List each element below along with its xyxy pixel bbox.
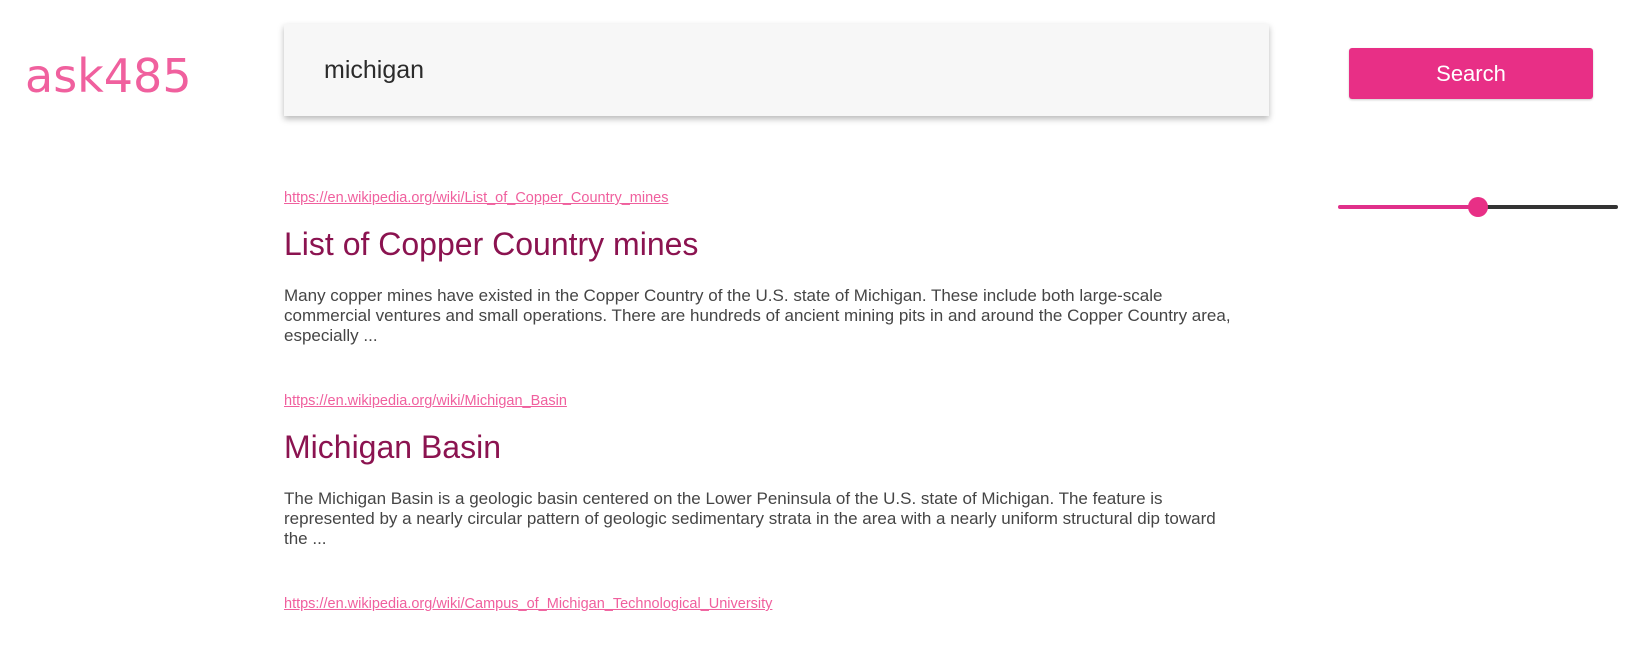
result-title: Michigan Basin bbox=[284, 429, 501, 465]
result-title: List of Copper Country mines bbox=[284, 226, 699, 262]
search-box bbox=[284, 24, 1269, 116]
search-input[interactable] bbox=[324, 24, 1224, 116]
result-url-link[interactable]: https://en.wikipedia.org/wiki/Campus_of_… bbox=[284, 594, 1244, 614]
results-slider[interactable] bbox=[1338, 195, 1618, 219]
slider-track[interactable] bbox=[1478, 205, 1618, 209]
result-snippet: Many copper mines have existed in the Co… bbox=[284, 286, 1231, 345]
results-list: https://en.wikipedia.org/wiki/List_of_Co… bbox=[284, 188, 1244, 614]
result-item: https://en.wikipedia.org/wiki/Michigan_B… bbox=[284, 391, 1244, 549]
result-url-link[interactable]: https://en.wikipedia.org/wiki/List_of_Co… bbox=[284, 188, 1244, 208]
logo[interactable]: ask485 bbox=[25, 46, 192, 106]
result-url-link[interactable]: https://en.wikipedia.org/wiki/Michigan_B… bbox=[284, 391, 1244, 411]
result-snippet: The Michigan Basin is a geologic basin c… bbox=[284, 489, 1216, 548]
slider-track-fill bbox=[1338, 205, 1478, 209]
result-item: https://en.wikipedia.org/wiki/List_of_Co… bbox=[284, 188, 1244, 346]
slider-thumb[interactable] bbox=[1468, 197, 1488, 217]
search-button[interactable]: Search bbox=[1349, 48, 1593, 99]
result-item: https://en.wikipedia.org/wiki/Campus_of_… bbox=[284, 594, 1244, 614]
